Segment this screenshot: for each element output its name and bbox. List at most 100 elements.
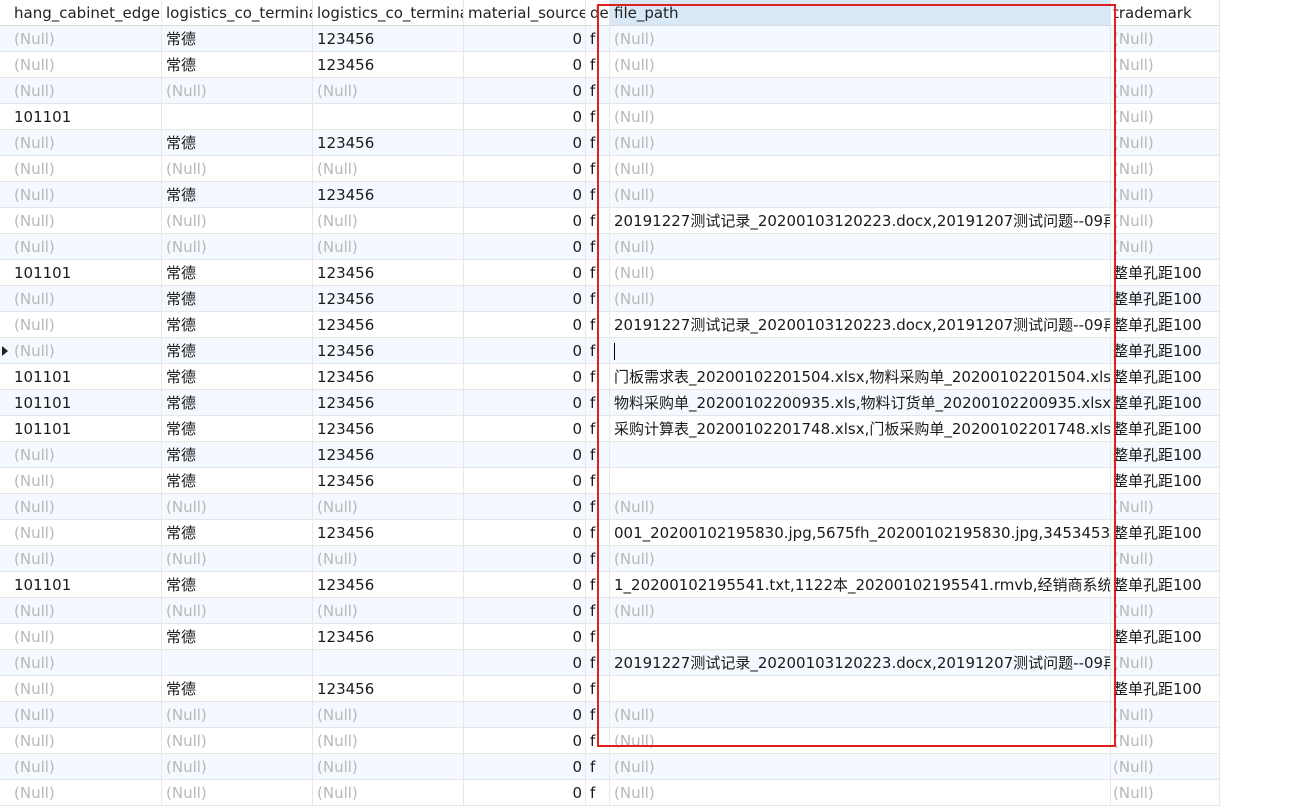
cell-del[interactable]: f	[586, 390, 610, 415]
cell-hang-cabinet-edge[interactable]: (Null)	[10, 312, 162, 337]
cell-del[interactable]: f	[586, 338, 610, 363]
cell-hang-cabinet-edge[interactable]: (Null)	[10, 52, 162, 77]
cell-trademark[interactable]: 整单孔距100	[1111, 624, 1220, 649]
cell-trademark[interactable]: (Null)	[1111, 546, 1220, 571]
cell-logistics-terminal-1[interactable]: (Null)	[162, 208, 313, 233]
cell-material-source[interactable]: 0	[464, 364, 586, 389]
table-row[interactable]: 101101 0 f (Null) (Null)	[0, 104, 1220, 130]
cell-logistics-terminal-1[interactable]: 常德	[162, 624, 313, 649]
cell-trademark[interactable]: 整单孔距100	[1111, 676, 1220, 701]
cell-material-source[interactable]: 0	[464, 754, 586, 779]
table-row[interactable]: (Null) (Null) (Null) 0 f (Null) (Null)	[0, 702, 1220, 728]
cell-material-source[interactable]: 0	[464, 416, 586, 441]
table-row[interactable]: (Null) 常德 123456 0 f (Null) (Null)	[0, 130, 1220, 156]
cell-logistics-terminal-1[interactable]: 常德	[162, 442, 313, 467]
cell-logistics-terminal-2[interactable]: 123456	[313, 260, 464, 285]
cell-file-path[interactable]: (Null)	[610, 104, 1111, 129]
cell-file-path[interactable]	[610, 624, 1111, 649]
cell-del[interactable]: f	[586, 442, 610, 467]
table-row[interactable]: (Null) 常德 123456 0 f (Null) (Null)	[0, 182, 1220, 208]
cell-trademark[interactable]: 整单孔距100	[1111, 468, 1220, 493]
cell-file-path[interactable]: (Null)	[610, 234, 1111, 259]
cell-logistics-terminal-1[interactable]: 常德	[162, 520, 313, 545]
cell-hang-cabinet-edge[interactable]: (Null)	[10, 182, 162, 207]
cell-material-source[interactable]: 0	[464, 598, 586, 623]
cell-hang-cabinet-edge[interactable]: (Null)	[10, 468, 162, 493]
cell-trademark[interactable]: 整单孔距100	[1111, 260, 1220, 285]
cell-logistics-terminal-2[interactable]: (Null)	[313, 702, 464, 727]
cell-logistics-terminal-2[interactable]: 123456	[313, 52, 464, 77]
cell-material-source[interactable]: 0	[464, 52, 586, 77]
cell-logistics-terminal-2[interactable]: 123456	[313, 390, 464, 415]
cell-logistics-terminal-2[interactable]: (Null)	[313, 754, 464, 779]
cell-trademark[interactable]: 整单孔距100	[1111, 390, 1220, 415]
cell-file-path[interactable]: (Null)	[610, 780, 1111, 805]
cell-trademark[interactable]: (Null)	[1111, 598, 1220, 623]
cell-trademark[interactable]: (Null)	[1111, 208, 1220, 233]
table-row[interactable]: (Null) 常德 123456 0 f 整单孔距100	[0, 624, 1220, 650]
cell-material-source[interactable]: 0	[464, 650, 586, 675]
cell-logistics-terminal-1[interactable]: (Null)	[162, 546, 313, 571]
cell-del[interactable]: f	[586, 364, 610, 389]
cell-logistics-terminal-1[interactable]: (Null)	[162, 702, 313, 727]
cell-hang-cabinet-edge[interactable]: (Null)	[10, 78, 162, 103]
cell-logistics-terminal-1[interactable]: 常德	[162, 312, 313, 337]
cell-logistics-terminal-2[interactable]: 123456	[313, 130, 464, 155]
table-row[interactable]: (Null) 常德 123456 0 f 整单孔距100	[0, 676, 1220, 702]
table-row[interactable]: (Null) 常德 123456 0 f 001_20200102195830.jpg,5…	[0, 520, 1220, 546]
table-row[interactable]: (Null) (Null) (Null) 0 f (Null) (Null)	[0, 494, 1220, 520]
table-row[interactable]: (Null) 常德 123456 0 f 整单孔距100	[0, 468, 1220, 494]
cell-logistics-terminal-1[interactable]: (Null)	[162, 754, 313, 779]
cell-file-path[interactable]: 20191227测试记录_20200103120223.docx,2019120…	[610, 650, 1111, 675]
cell-hang-cabinet-edge[interactable]: (Null)	[10, 650, 162, 675]
cell-hang-cabinet-edge[interactable]: (Null)	[10, 728, 162, 753]
cell-material-source[interactable]: 0	[464, 130, 586, 155]
cell-logistics-terminal-1[interactable]: (Null)	[162, 494, 313, 519]
cell-logistics-terminal-2[interactable]: 123456	[313, 364, 464, 389]
cell-del[interactable]: f	[586, 676, 610, 701]
cell-file-path[interactable]: (Null)	[610, 156, 1111, 181]
cell-file-path[interactable]: (Null)	[610, 754, 1111, 779]
cell-logistics-terminal-1[interactable]: (Null)	[162, 780, 313, 805]
cell-logistics-terminal-2[interactable]: 123456	[313, 572, 464, 597]
column-header-material-source[interactable]: material_source	[464, 0, 586, 25]
cell-logistics-terminal-2[interactable]: 123456	[313, 286, 464, 311]
cell-trademark[interactable]: (Null)	[1111, 494, 1220, 519]
cell-hang-cabinet-edge[interactable]: (Null)	[10, 598, 162, 623]
cell-trademark[interactable]: 整单孔距100	[1111, 572, 1220, 597]
cell-material-source[interactable]: 0	[464, 338, 586, 363]
cell-material-source[interactable]: 0	[464, 442, 586, 467]
table-row[interactable]: 101101 常德 123456 0 f 物料采购单_20200102200935.xls…	[0, 390, 1220, 416]
cell-del[interactable]: f	[586, 520, 610, 545]
cell-trademark[interactable]: 整单孔距100	[1111, 312, 1220, 337]
cell-logistics-terminal-2[interactable]: 123456	[313, 442, 464, 467]
cell-logistics-terminal-2[interactable]	[313, 104, 464, 129]
cell-material-source[interactable]: 0	[464, 676, 586, 701]
cell-del[interactable]: f	[586, 494, 610, 519]
cell-hang-cabinet-edge[interactable]: (Null)	[10, 520, 162, 545]
table-row[interactable]: (Null) (Null) (Null) 0 f (Null) (Null)	[0, 234, 1220, 260]
cell-trademark[interactable]: (Null)	[1111, 26, 1220, 51]
cell-del[interactable]: f	[586, 624, 610, 649]
cell-hang-cabinet-edge[interactable]: (Null)	[10, 130, 162, 155]
cell-logistics-terminal-1[interactable]: (Null)	[162, 78, 313, 103]
cell-logistics-terminal-2[interactable]: (Null)	[313, 728, 464, 753]
cell-trademark[interactable]: (Null)	[1111, 156, 1220, 181]
cell-material-source[interactable]: 0	[464, 234, 586, 259]
cell-file-path[interactable]: (Null)	[610, 286, 1111, 311]
cell-hang-cabinet-edge[interactable]: 101101	[10, 416, 162, 441]
column-header-del[interactable]: del	[586, 0, 610, 25]
cell-file-path[interactable]: (Null)	[610, 260, 1111, 285]
cell-file-path[interactable]: (Null)	[610, 78, 1111, 103]
table-row[interactable]: 101101 常德 123456 0 f 门板需求表_20200102201504.xls…	[0, 364, 1220, 390]
cell-file-path[interactable]: 采购计算表_20200102201748.xlsx,门板采购单_20200102…	[610, 416, 1111, 441]
cell-file-path[interactable]: (Null)	[610, 546, 1111, 571]
table-row[interactable]: (Null) 常德 123456 0 f 整单孔距100	[0, 442, 1220, 468]
cell-hang-cabinet-edge[interactable]: (Null)	[10, 676, 162, 701]
cell-hang-cabinet-edge[interactable]: (Null)	[10, 702, 162, 727]
cell-hang-cabinet-edge[interactable]: (Null)	[10, 286, 162, 311]
cell-logistics-terminal-2[interactable]: (Null)	[313, 780, 464, 805]
cell-material-source[interactable]: 0	[464, 624, 586, 649]
cell-trademark[interactable]: 整单孔距100	[1111, 520, 1220, 545]
cell-trademark[interactable]: 整单孔距100	[1111, 364, 1220, 389]
